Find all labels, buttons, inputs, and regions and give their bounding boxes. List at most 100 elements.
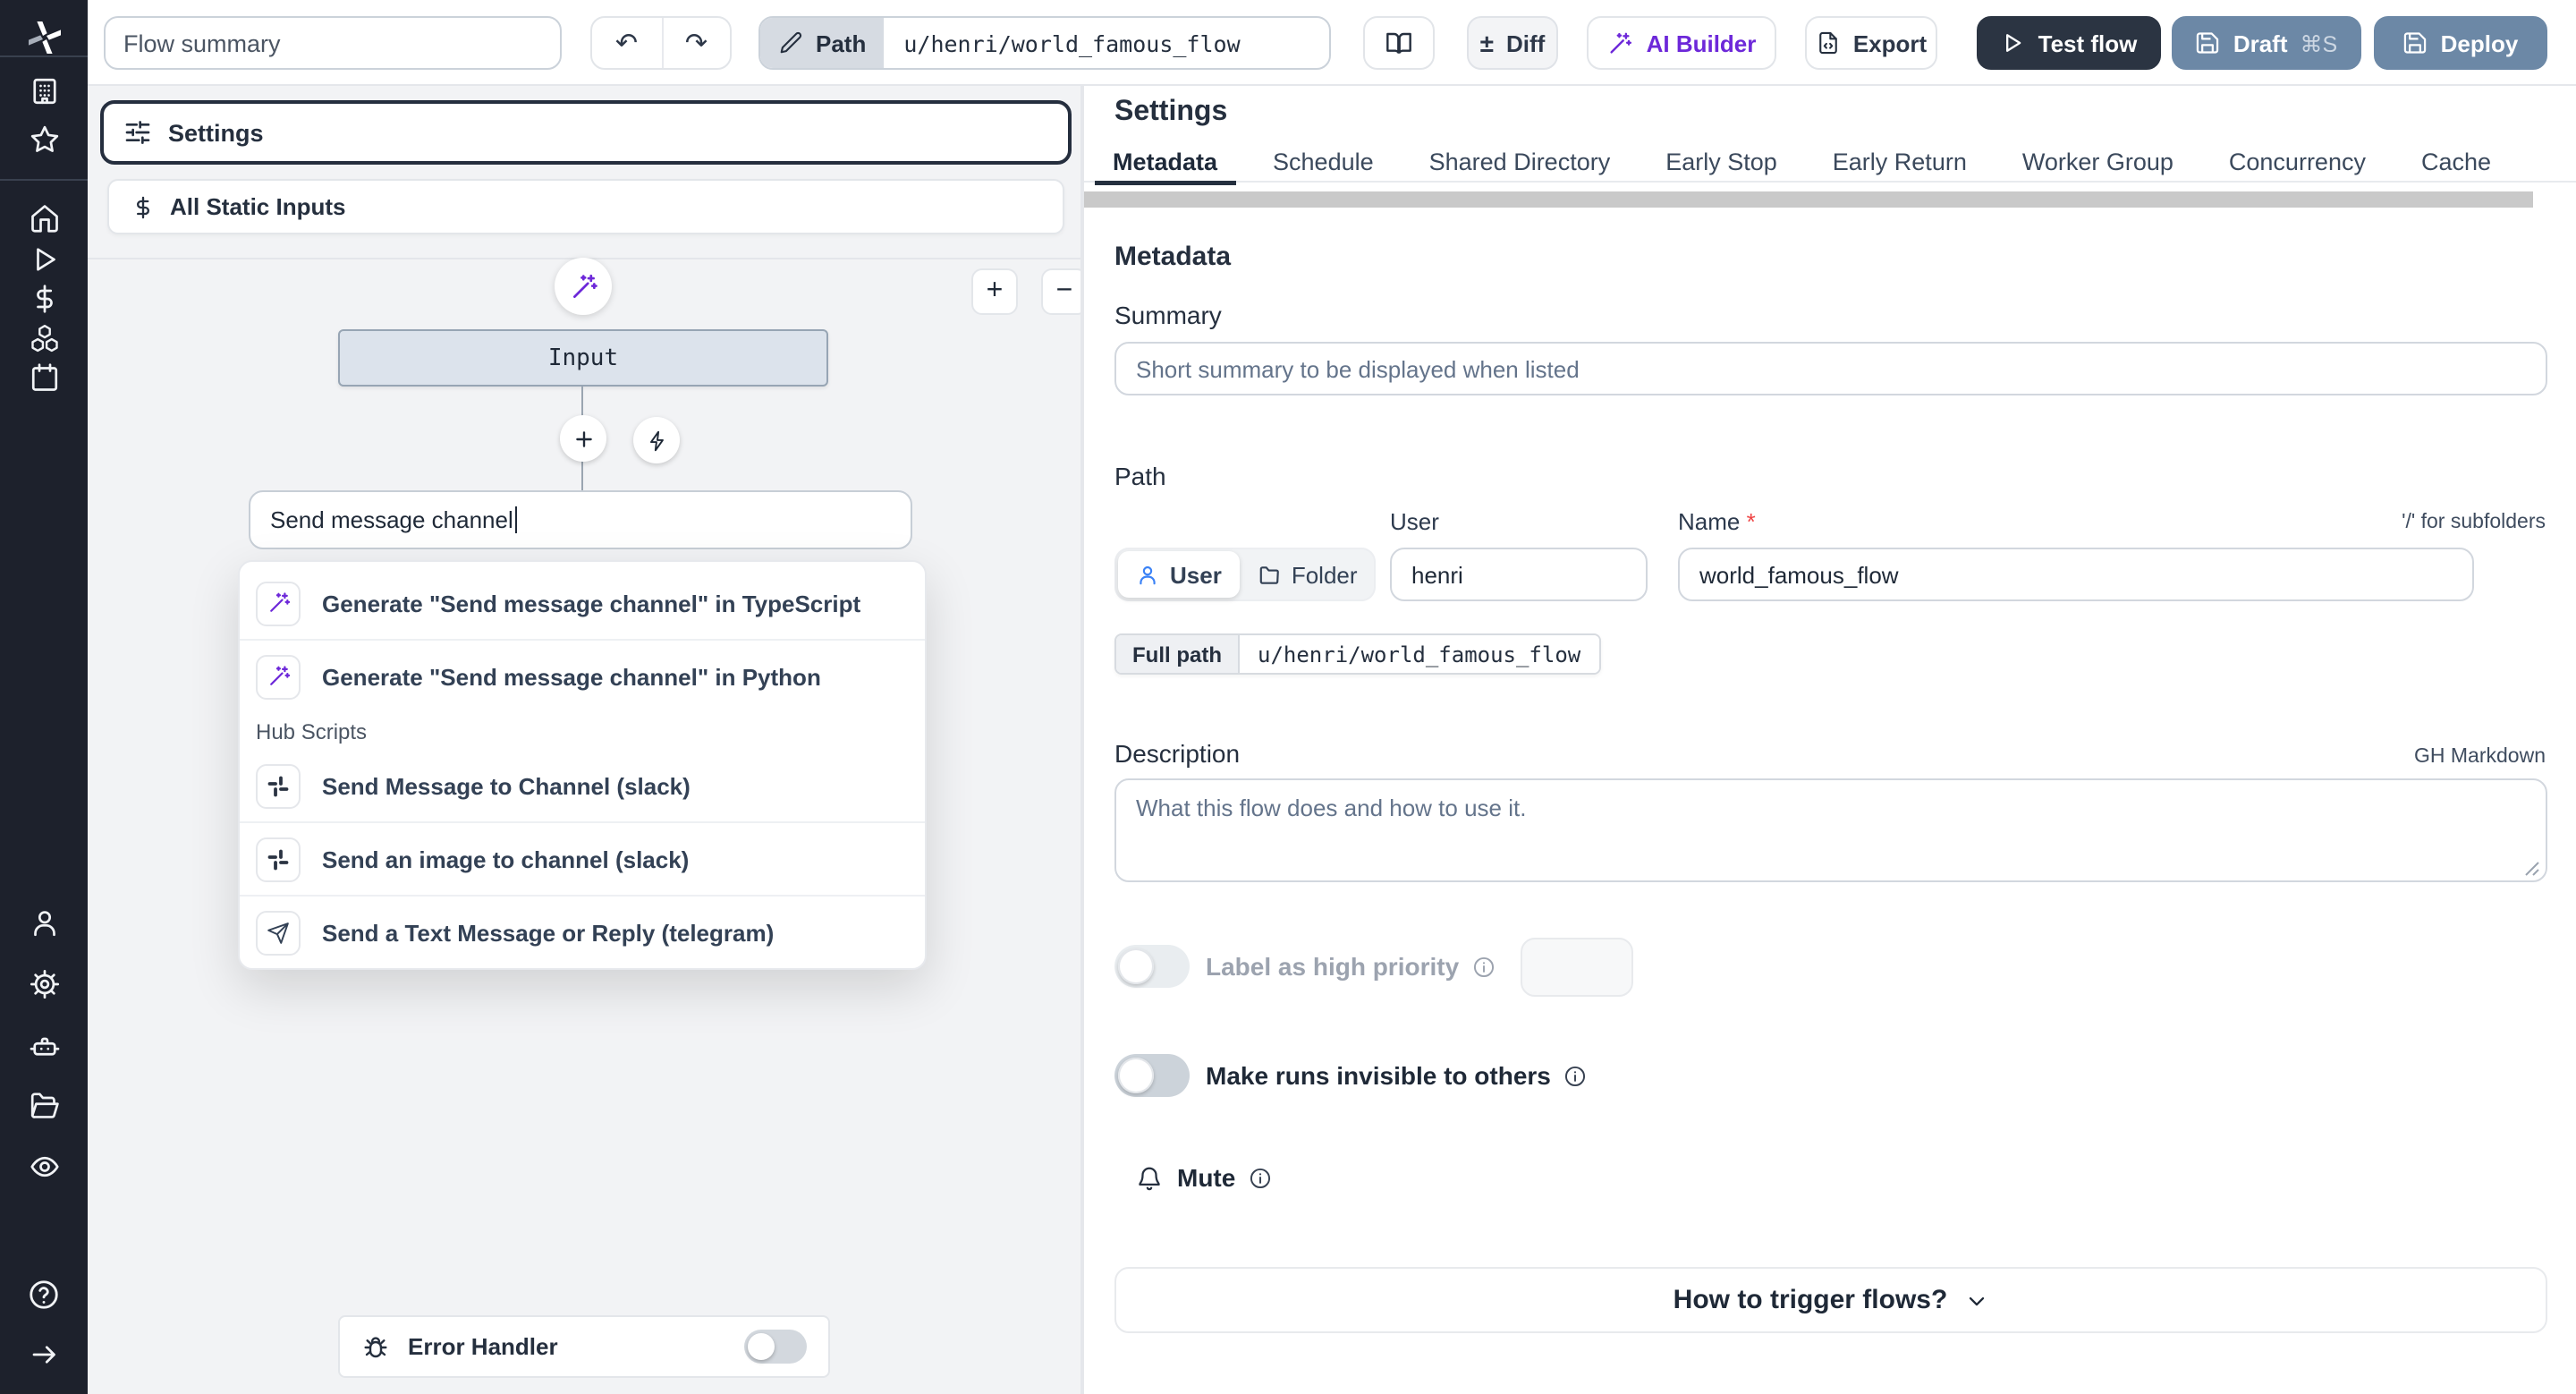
export-label: Export [1852,30,1928,56]
description-textarea[interactable] [1114,778,2547,882]
flow-summary-input[interactable] [104,16,562,70]
bell-icon [1136,1164,1163,1191]
step-search-value: Send message channel [270,506,513,533]
tab-shared-directory[interactable]: Shared Directory [1411,141,1629,181]
book-open-icon [1385,29,1413,57]
result-generate-python[interactable]: Generate "Send message channel" in Pytho… [240,641,925,712]
invisible-runs-toggle[interactable] [1114,1054,1190,1097]
sidebar-item-settings[interactable] [0,968,88,1000]
owner-kind-toggle: User Folder [1114,548,1376,601]
tab-cache[interactable]: Cache [2403,141,2509,181]
name-input[interactable] [1678,548,2474,601]
high-priority-toggle[interactable] [1114,945,1190,988]
toggle-knob [748,1333,775,1360]
sidebar-item-audit-logs[interactable] [0,1151,88,1183]
error-handler-toggle[interactable] [744,1330,807,1364]
sidebar-item-workers[interactable] [0,1031,88,1063]
path-edit-button[interactable]: Path [760,18,885,68]
flow-settings-node[interactable]: Settings [100,100,1072,165]
settings-pane: Settings Metadata Schedule Shared Direct… [1082,86,2576,1394]
toggle-knob [1118,1058,1154,1093]
result-generate-typescript[interactable]: Generate "Send message channel" in TypeS… [240,567,925,639]
all-static-inputs-label: All Static Inputs [170,193,346,220]
result-label: Generate "Send message channel" in TypeS… [322,590,861,616]
sidebar-item-resources[interactable] [0,322,88,354]
wand-sparkles-icon [1607,30,1634,56]
draft-button[interactable]: Draft ⌘S [2172,16,2361,70]
sidebar-item-folders[interactable] [0,1090,88,1122]
sidebar-item-favorites[interactable] [0,123,88,156]
sidebar [0,0,88,1394]
save-icon [2403,30,2428,55]
topbar: ↶ ↷ Path u/henri/world_famous_flow ± Dif… [88,0,2576,86]
chevron-down-icon [1963,1288,1988,1313]
tab-worker-group[interactable]: Worker Group [2004,141,2191,181]
step-search-results: Generate "Send message channel" in TypeS… [238,560,927,970]
sidebar-item-users[interactable] [0,907,88,939]
sidebar-item-workspace[interactable] [0,75,88,107]
deploy-button[interactable]: Deploy [2374,16,2547,70]
result-telegram-send-text[interactable]: Send a Text Message or Reply (telegram) [240,897,925,968]
windmill-logo-icon[interactable] [0,16,88,59]
path-control[interactable]: Path u/henri/world_famous_flow [758,16,1331,70]
tab-early-stop[interactable]: Early Stop [1648,141,1795,181]
zoom-out-button[interactable]: − [1041,268,1080,315]
user-input[interactable] [1390,548,1648,601]
wand-sparkles-icon [256,581,301,625]
settings-tabs: Metadata Schedule Shared Directory Early… [1084,141,2576,183]
step-search-input[interactable]: Send message channel [249,490,912,549]
tab-early-return[interactable]: Early Return [1815,141,1985,181]
error-handler-node[interactable]: Error Handler [338,1315,830,1378]
test-flow-label: Test flow [2038,30,2138,56]
resize-grip-icon[interactable] [2522,859,2540,877]
sidebar-item-home[interactable] [0,202,88,234]
all-static-inputs-node[interactable]: All Static Inputs [107,179,1064,234]
user-icon [1136,563,1159,586]
owner-kind-folder-label: Folder [1291,561,1358,588]
trigger-help-expander[interactable]: How to trigger flows? [1114,1267,2547,1333]
tab-concurrency[interactable]: Concurrency [2211,141,2384,181]
sidebar-item-runs[interactable] [0,243,88,276]
summary-label: Summary [1114,301,1222,329]
result-slack-send-image[interactable]: Send an image to channel (slack) [240,823,925,895]
ai-flow-builder-bubble[interactable] [555,258,612,315]
path-value: u/henri/world_famous_flow [903,30,1241,56]
input-node[interactable]: Input [338,329,828,387]
ai-builder-label: AI Builder [1646,30,1757,56]
sidebar-item-help[interactable] [0,1278,88,1312]
sidebar-item-schedules[interactable] [0,361,88,394]
sidebar-item-variables[interactable] [0,283,88,315]
description-label: Description [1114,739,1241,768]
play-icon [2001,30,2026,55]
add-step-button[interactable] [560,415,606,462]
info-icon[interactable] [1248,1166,1271,1189]
result-label: Send Message to Channel (slack) [322,772,691,799]
add-trigger-button[interactable] [633,417,680,463]
tab-schedule[interactable]: Schedule [1255,141,1392,181]
tab-metadata[interactable]: Metadata [1095,141,1235,181]
trigger-help-label: How to trigger flows? [1673,1285,1948,1315]
ai-builder-button[interactable]: AI Builder [1587,16,1776,70]
path-label: Path [816,30,867,56]
flow-settings-label: Settings [168,119,264,146]
pen-icon [778,30,803,55]
full-path-display: Full path u/henri/world_famous_flow [1114,633,1601,675]
info-icon[interactable] [1563,1064,1587,1087]
result-slack-send-message[interactable]: Send Message to Channel (slack) [240,750,925,821]
diff-button[interactable]: ± Diff [1467,16,1558,70]
owner-kind-user-option[interactable]: User [1118,551,1240,598]
result-label: Send a Text Message or Reply (telegram) [322,919,775,946]
zoom-in-button[interactable]: + [971,268,1018,315]
summary-input[interactable] [1114,342,2547,395]
test-flow-button[interactable]: Test flow [1977,16,2161,70]
docs-button[interactable] [1363,16,1435,70]
tabs-horizontal-scrollbar[interactable] [1084,191,2533,208]
owner-kind-folder-option[interactable]: Folder [1240,551,1376,598]
wand-sparkles-icon [256,654,301,699]
name-field-label: Name * [1678,508,1756,535]
sidebar-collapse-icon[interactable] [0,1339,88,1371]
redo-button[interactable]: ↷ [661,18,730,68]
info-icon[interactable] [1471,955,1495,978]
undo-button[interactable]: ↶ [592,18,661,68]
export-button[interactable]: Export [1805,16,1937,70]
